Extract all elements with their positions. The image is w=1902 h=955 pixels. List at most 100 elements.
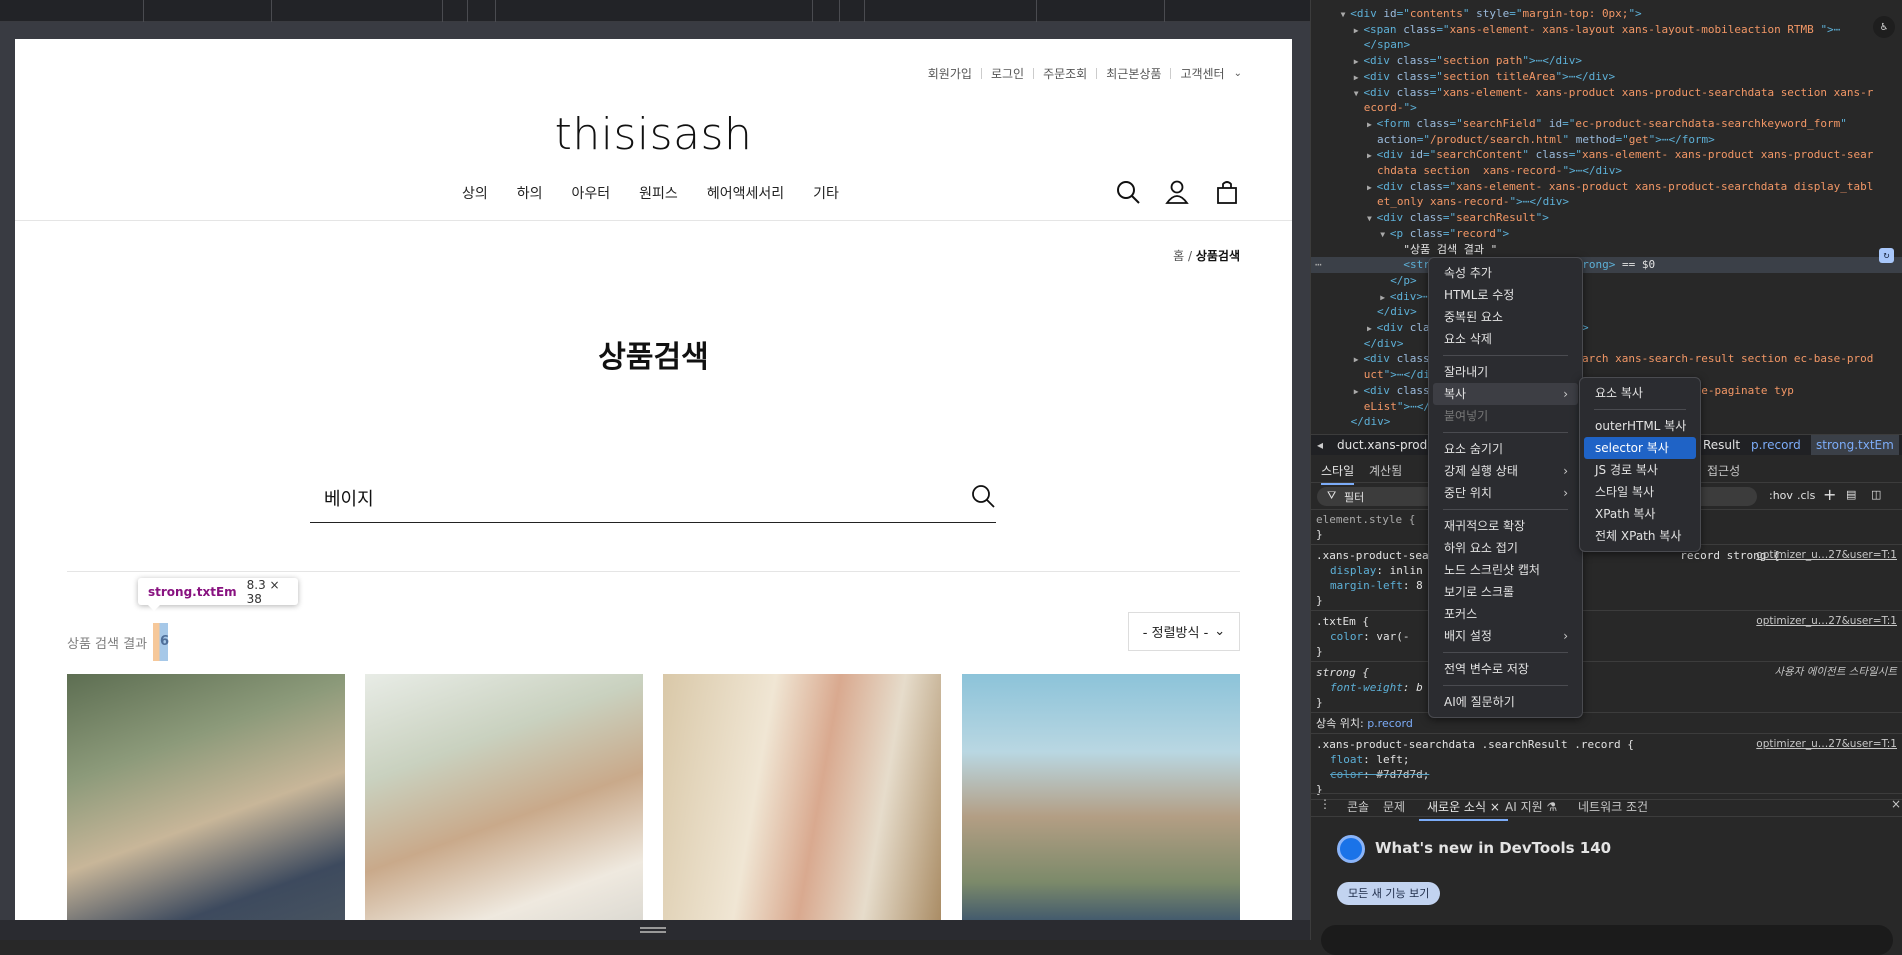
collapse-arrow-icon[interactable]: ▼ (1367, 214, 1377, 223)
drawer-menu-icon[interactable]: ⋮ (1319, 797, 1331, 811)
rule-source-link[interactable]: optimizer_u…27&user=T:1 (1756, 548, 1897, 563)
context-menu-item[interactable]: 강제 실행 상태 › (1433, 460, 1578, 482)
copy-menu-item[interactable]: selector 복사 (1584, 437, 1696, 459)
context-menu-item[interactable]: 요소 삭제 (1433, 328, 1578, 350)
drawer-tab-issues[interactable]: 문제 (1383, 798, 1405, 815)
product-image[interactable] (67, 674, 345, 920)
dom-node[interactable]: chdata section xans-record-">⋯</div> (1311, 163, 1902, 179)
context-menu-item[interactable]: 배지 설정 › (1433, 625, 1578, 647)
sort-select[interactable]: - 정렬방식 - ⌄ (1128, 612, 1240, 651)
dom-node[interactable]: ▶ <div class="xans-element- xans-product… (1311, 179, 1902, 195)
user-icon[interactable] (1164, 179, 1190, 205)
nav-etc[interactable]: 기타 (813, 183, 839, 203)
nav-bottom[interactable]: 하의 (517, 183, 543, 203)
ai-assist-icon[interactable]: ↻ (1879, 248, 1894, 263)
copy-menu-item[interactable]: XPath 복사 (1584, 503, 1696, 525)
dom-node[interactable]: ▶ <form class="searchField" id="ec-produ… (1311, 116, 1902, 132)
expand-arrow-icon[interactable]: ▶ (1354, 73, 1364, 82)
dom-node[interactable]: </p> (1311, 273, 1902, 289)
drawer-tab-console[interactable]: 콘솔 (1347, 798, 1369, 815)
style-property[interactable]: margin-left: 8 (1316, 578, 1898, 593)
paint-icon[interactable]: ▤ (1846, 488, 1856, 501)
dom-crumb[interactable]: Result (1703, 438, 1740, 452)
dom-node[interactable]: ▶ <div class="xans-element- xans-search … (1311, 351, 1902, 367)
style-property[interactable]: font-weight: b (1316, 680, 1898, 695)
node-actions-icon[interactable]: ⋯ (1315, 257, 1322, 273)
dom-node[interactable]: ▶ <div>⋯</div> (1311, 289, 1902, 305)
close-icon[interactable]: × (1490, 800, 1500, 814)
context-menu-item[interactable]: 하위 요소 접기 (1433, 537, 1578, 559)
copy-menu-item[interactable]: 스타일 복사 (1584, 481, 1696, 503)
hov-button[interactable]: :hov (1769, 489, 1793, 502)
expand-arrow-icon[interactable]: ▶ (1367, 151, 1377, 160)
dom-crumb[interactable]: duct.xans-produ (1337, 438, 1435, 452)
link-customer-center[interactable]: 고객센터 (1180, 65, 1224, 82)
link-order-lookup[interactable]: 주문조회 (1043, 65, 1087, 82)
copy-menu-item[interactable]: 전체 XPath 복사 (1584, 525, 1696, 547)
context-menu-item[interactable]: 속성 추가 (1433, 262, 1578, 284)
dom-node[interactable]: ▼ <div id="contents" style="margin-top: … (1311, 6, 1902, 22)
expand-arrow-icon[interactable]: ▶ (1367, 183, 1377, 192)
dom-node[interactable]: </div> (1311, 336, 1902, 352)
rule-source-link[interactable]: optimizer_u…27&user=T:1 (1756, 614, 1897, 629)
dom-node[interactable]: ▶ <div class="section titleArea">⋯</div> (1311, 69, 1902, 85)
dom-node[interactable]: ecord-"> (1311, 100, 1902, 116)
expand-arrow-icon[interactable]: ▶ (1367, 324, 1377, 333)
context-menu-item[interactable]: 노드 스크린샷 캡처 (1433, 559, 1578, 581)
expand-arrow-icon[interactable]: ▶ (1354, 387, 1364, 396)
context-menu-item[interactable]: 포커스 (1433, 603, 1578, 625)
drawer-tab-network-conditions[interactable]: 네트워크 조건 (1578, 798, 1648, 815)
collapse-arrow-icon[interactable]: ▼ (1380, 230, 1390, 239)
product-image[interactable] (962, 674, 1240, 920)
drawer-tab-whats-new[interactable]: 새로운 소식 × (1419, 798, 1508, 821)
product-image[interactable] (365, 674, 643, 920)
accessibility-icon[interactable]: ♿ (1873, 16, 1895, 38)
copy-menu-item[interactable]: outerHTML 복사 (1584, 415, 1696, 437)
close-drawer-icon[interactable]: × (1891, 797, 1901, 811)
dom-node[interactable]: ▶ <div class="displaynone">⋯</div> (1311, 320, 1902, 336)
sidebar-toggle-icon[interactable]: ◫ (1871, 488, 1881, 501)
search-submit-icon[interactable] (970, 483, 996, 509)
expand-arrow-icon[interactable]: ▶ (1380, 293, 1390, 302)
inherited-from-link[interactable]: p.record (1367, 717, 1413, 730)
breadcrumb-home[interactable]: 홈 (1173, 249, 1184, 263)
new-rule-button[interactable]: + (1823, 485, 1836, 504)
tab-computed[interactable]: 계산됨 (1369, 462, 1402, 479)
dom-node[interactable]: ▼ <p class="record"> (1311, 226, 1902, 242)
site-logo[interactable]: thisisash (15, 109, 1292, 160)
expand-arrow-icon[interactable]: ▶ (1354, 57, 1364, 66)
collapse-arrow-icon[interactable]: ▼ (1354, 89, 1364, 98)
style-property[interactable]: color: var(- (1316, 629, 1898, 644)
expand-arrow-icon[interactable]: ▶ (1367, 120, 1377, 129)
tab-styles[interactable]: 스타일 (1321, 462, 1355, 485)
dom-node[interactable]: ▶ <span class="xans-element- xans-layout… (1311, 22, 1902, 38)
style-property[interactable]: float: left; (1316, 752, 1898, 767)
dom-node[interactable]: ▶ <div id="searchContent" class="xans-el… (1311, 147, 1902, 163)
breadcrumb-scroll-left[interactable]: ◂ (1317, 438, 1323, 452)
context-menu-item[interactable]: AI에 질문하기 (1433, 691, 1578, 713)
see-all-features-button[interactable]: 모든 새 기능 보기 (1337, 882, 1441, 905)
dom-node[interactable]: ▼ <div class="searchResult"> (1311, 210, 1902, 226)
dom-node[interactable]: </span> (1311, 37, 1902, 53)
context-menu-item[interactable]: 보기로 스크롤 (1433, 581, 1578, 603)
tab-accessibility[interactable]: 접근성 (1707, 462, 1740, 479)
dom-node[interactable]: et_only xans-record-">⋯</div> (1311, 194, 1902, 210)
context-menu-item[interactable]: 중단 위치 › (1433, 482, 1578, 504)
dom-node[interactable]: "상품 검색 결과 " (1311, 242, 1902, 258)
context-menu-item[interactable]: 요소 숨기기 (1433, 438, 1578, 460)
link-recent-products[interactable]: 최근본상품 (1106, 65, 1161, 82)
resize-handle[interactable] (640, 927, 666, 933)
copy-menu-item[interactable]: JS 경로 복사 (1584, 459, 1696, 481)
drawer-tab-ai[interactable]: AI 지원 ⚗ (1505, 798, 1557, 815)
expand-arrow-icon[interactable]: ▶ (1354, 355, 1364, 364)
search-input[interactable]: 베이지 (310, 469, 996, 523)
product-image[interactable] (663, 674, 941, 920)
nav-onepiece[interactable]: 원피스 (639, 183, 678, 203)
search-icon[interactable] (1115, 179, 1141, 205)
cls-button[interactable]: .cls (1797, 489, 1815, 502)
context-menu-item[interactable]: 중복된 요소 (1433, 306, 1578, 328)
rule-source-link[interactable]: optimizer_u…27&user=T:1 (1756, 737, 1897, 752)
copy-menu-item[interactable]: 요소 복사 (1584, 382, 1696, 404)
nav-outer[interactable]: 아우터 (572, 183, 611, 203)
expand-arrow-icon[interactable]: ▶ (1354, 26, 1364, 35)
